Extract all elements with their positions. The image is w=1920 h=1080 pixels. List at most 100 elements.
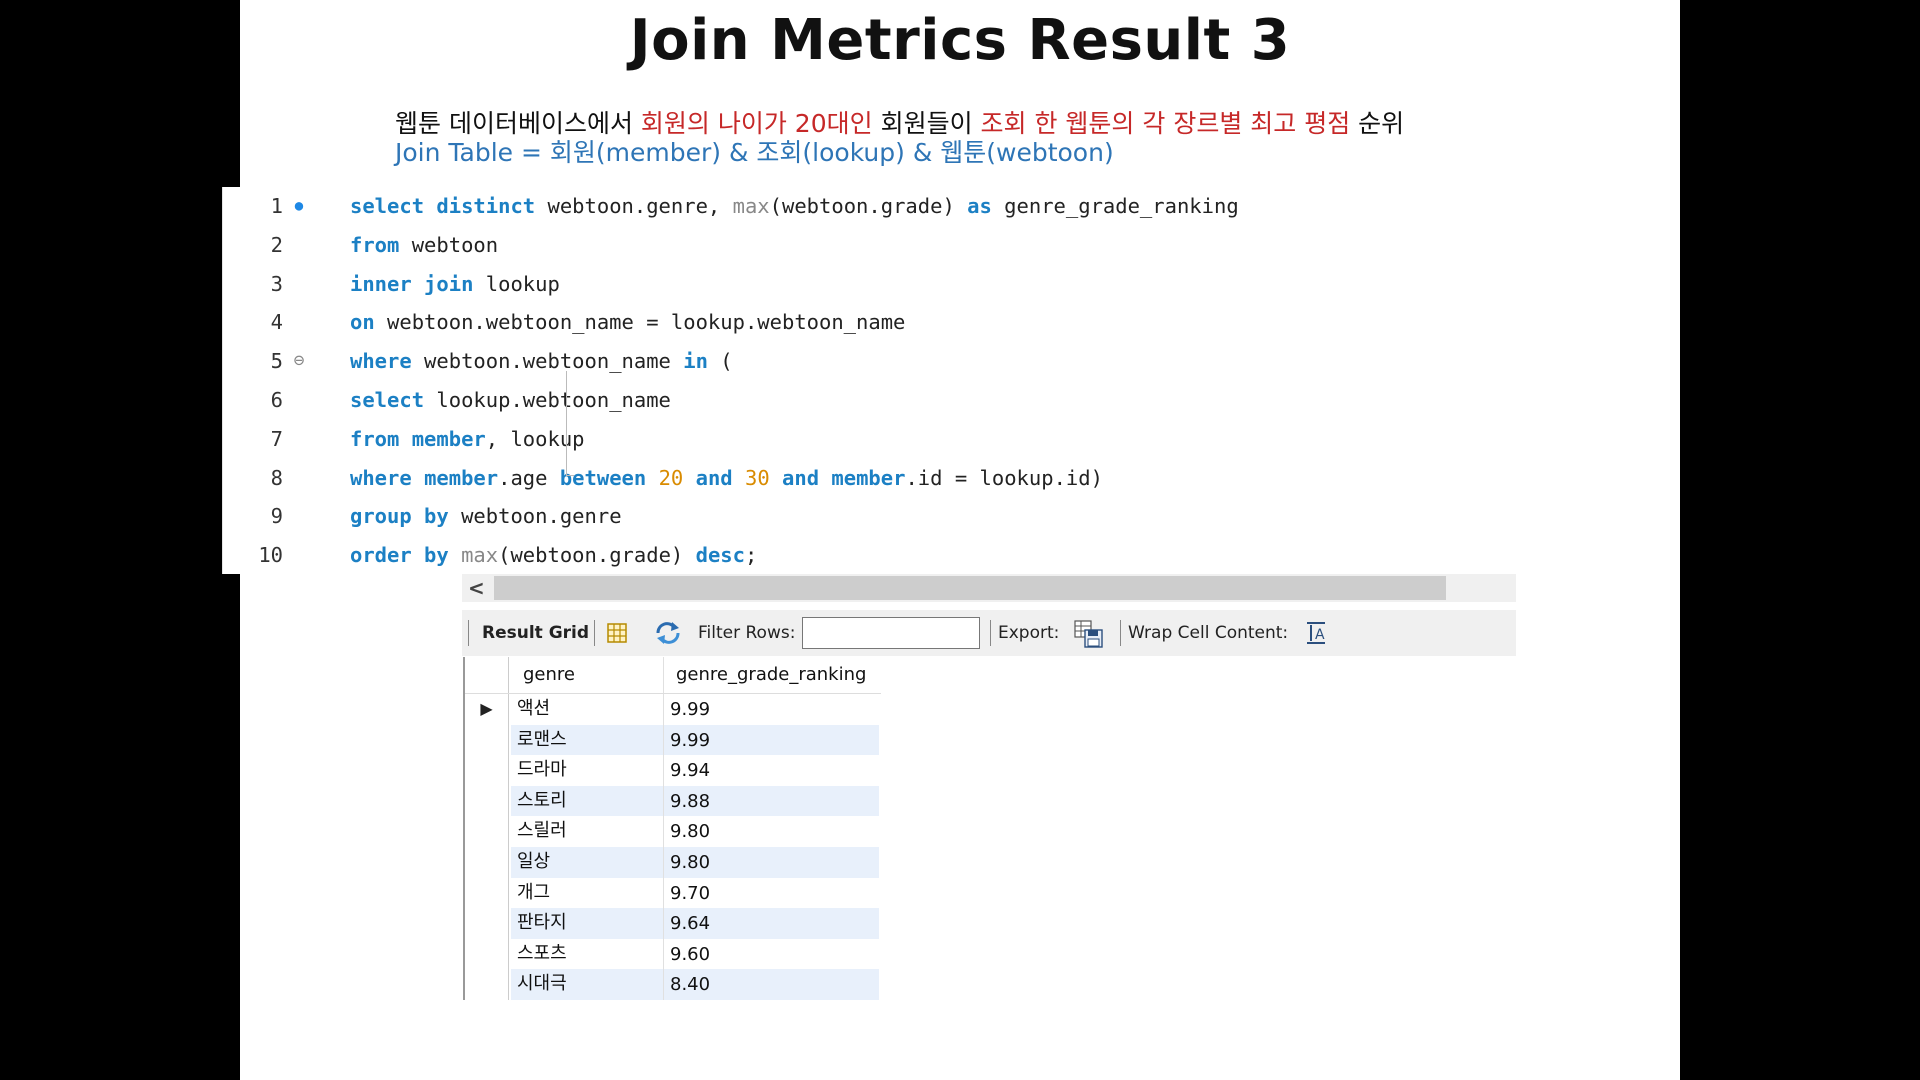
code-token: lookup — [473, 271, 560, 296]
cell-genre[interactable]: 드라마 — [511, 755, 664, 786]
scrollbar-thumb[interactable] — [494, 576, 1446, 600]
code-token: webtoon.genre, — [535, 194, 733, 218]
code-token: where — [350, 349, 412, 374]
result-grid-tab[interactable]: Result Grid — [482, 610, 589, 656]
row-header[interactable] — [465, 755, 509, 786]
cell-genre-grade-ranking[interactable]: 9.60 — [664, 939, 879, 970]
column-header-genre-grade-ranking[interactable]: genre_grade_ranking — [664, 657, 879, 693]
cell-genre-grade-ranking[interactable]: 9.70 — [664, 878, 879, 909]
fold-collapse-icon[interactable]: ⊖ — [287, 342, 311, 380]
table-row[interactable]: 일상 9.80 — [465, 846, 881, 878]
code-token: select distinct — [350, 194, 536, 218]
code-token: desc — [695, 543, 745, 568]
table-row[interactable]: 드라마 9.94 — [465, 755, 881, 786]
join-table-note: Join Table = 회원(member) & 조회(lookup) & 웹… — [395, 138, 1114, 167]
row-header[interactable] — [465, 938, 509, 970]
code-line[interactable]: 5 ⊖ where webtoon.webtoon_name in ( — [223, 342, 1277, 380]
code-token: webtoon — [399, 232, 499, 257]
row-header[interactable] — [465, 877, 509, 909]
column-header-genre[interactable]: genre — [511, 657, 664, 693]
row-header[interactable] — [465, 785, 509, 817]
code-token: group by — [350, 504, 449, 529]
table-row[interactable]: 스포츠 9.60 — [465, 938, 881, 970]
cell-genre[interactable]: 개그 — [511, 877, 664, 909]
wrap-cell-label: Wrap Cell Content: — [1128, 623, 1289, 643]
filter-rows-input[interactable] — [802, 617, 980, 649]
code-token: from — [350, 232, 400, 257]
code-token: ; — [744, 543, 758, 568]
toolbar-divider — [468, 620, 469, 646]
table-row[interactable]: 로맨스 9.99 — [465, 724, 881, 756]
cell-genre[interactable]: 판타지 — [511, 908, 664, 939]
subtitle-part: 순위 — [1350, 109, 1405, 138]
cell-genre[interactable]: 스토리 — [511, 785, 664, 817]
row-header[interactable] — [465, 846, 509, 878]
code-text: on webtoon.webtoon_name = lookup.webtoon… — [350, 303, 905, 341]
current-row-arrow-icon: ▶ — [480, 699, 493, 718]
result-toolbar: Result Grid Filter Rows: Export: Wrap Ce… — [462, 610, 1516, 656]
row-header[interactable] — [465, 724, 509, 756]
scroll-left-arrow-icon[interactable]: < — [468, 576, 485, 600]
code-token: webtoon.webtoon_name — [411, 349, 684, 374]
table-row[interactable]: 판타지 9.64 — [465, 908, 881, 939]
sql-editor[interactable]: 1 ● select distinct webtoon.genre, max(web… — [222, 187, 1277, 574]
code-token: max — [461, 543, 499, 568]
code-line[interactable]: 4 on webtoon.webtoon_name = lookup.webtoo… — [223, 303, 1277, 341]
line-number: 9 — [270, 504, 283, 529]
cell-genre-grade-ranking[interactable]: 9.80 — [664, 816, 879, 847]
table-row[interactable]: 스토리 9.88 — [465, 785, 881, 817]
cell-genre[interactable]: 로맨스 — [511, 724, 664, 756]
cell-genre-grade-ranking[interactable]: 8.40 — [664, 969, 879, 1000]
cell-genre-grade-ranking[interactable]: 9.88 — [664, 785, 879, 817]
grid-view-icon[interactable] — [606, 622, 628, 649]
export-icon[interactable] — [1074, 620, 1104, 653]
code-token: from — [350, 426, 400, 451]
cell-genre[interactable]: 스릴러 — [511, 816, 664, 847]
table-row[interactable]: 개그 9.70 — [465, 877, 881, 909]
cell-genre-grade-ranking[interactable]: 9.80 — [664, 846, 879, 878]
grid-header-row: genre genre_grade_ranking — [465, 657, 881, 694]
code-line[interactable]: 2 from webtoon — [223, 226, 1277, 264]
cell-genre[interactable]: 시대극 — [511, 969, 664, 1000]
cell-genre-grade-ranking[interactable]: 9.99 — [664, 724, 879, 756]
table-row[interactable]: 스릴러 9.80 — [465, 816, 881, 847]
code-token: member — [411, 426, 486, 451]
code-line[interactable]: 6 select lookup.webtoon_name — [223, 381, 1277, 419]
code-line[interactable]: 10 order by max(webtoon.grade) desc; — [223, 536, 1277, 574]
row-header[interactable] — [465, 908, 509, 939]
row-header[interactable] — [465, 816, 509, 847]
editor-horizontal-scrollbar[interactable]: < — [462, 574, 1516, 602]
table-row[interactable]: 시대극 8.40 — [465, 969, 881, 1000]
fold-guide-end — [566, 475, 574, 476]
cell-genre-grade-ranking[interactable]: 9.64 — [664, 908, 879, 939]
code-line[interactable]: 9 group by webtoon.genre — [223, 497, 1277, 535]
table-row[interactable]: ▶ 액션 9.99 — [465, 694, 881, 725]
code-line[interactable]: 7 from member, lookup — [223, 420, 1277, 458]
code-token: select — [350, 388, 425, 412]
wrap-cell-icon[interactable]: A — [1304, 621, 1328, 650]
row-header[interactable]: ▶ — [465, 694, 509, 725]
cell-genre[interactable]: 액션 — [511, 694, 664, 725]
row-header[interactable] — [465, 969, 509, 1000]
code-line[interactable]: 8 where member.age between 20 and 30 and … — [223, 459, 1277, 497]
refresh-icon[interactable] — [654, 621, 682, 650]
code-token: and — [695, 465, 733, 490]
code-token: (webtoon.grade) — [769, 194, 968, 218]
code-line[interactable]: 3 inner join lookup — [223, 265, 1277, 303]
code-token: (webtoon.grade) — [498, 543, 696, 568]
code-token: webtoon.genre — [448, 504, 622, 529]
cell-genre-grade-ranking[interactable]: 9.99 — [664, 694, 879, 725]
code-line[interactable]: 1 ● select distinct webtoon.genre, max(web… — [223, 187, 1277, 225]
code-text: inner join lookup — [350, 265, 560, 303]
cell-genre-grade-ranking[interactable]: 9.94 — [664, 755, 879, 786]
code-text: where webtoon.webtoon_name in ( — [350, 342, 733, 380]
toolbar-divider — [1120, 620, 1121, 646]
code-text: select lookup.webtoon_name — [350, 381, 671, 419]
cell-genre[interactable]: 일상 — [511, 846, 664, 878]
cell-genre[interactable]: 스포츠 — [511, 938, 664, 970]
